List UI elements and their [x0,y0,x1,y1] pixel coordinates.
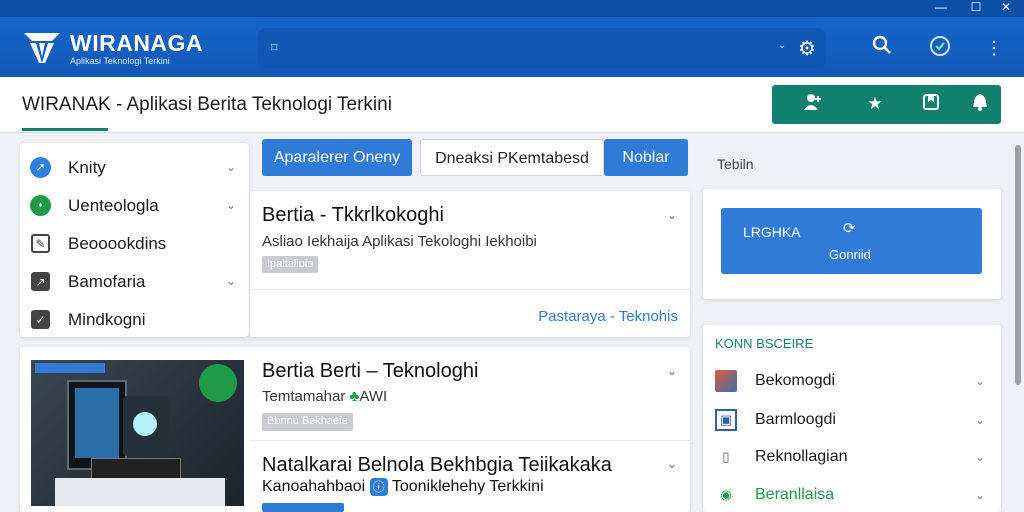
maximize-button[interactable]: ☐ [965,0,987,14]
app-header: WIRANAGA Aplikasi Teknologi Terkini ⌑ ⌄ … [0,17,1024,77]
list-item[interactable]: Bekomogdi ⌄ [703,362,1001,400]
expand-icon: ↗ [31,272,50,291]
list-item[interactable]: ◉ Beranllaisa ⌄ [703,476,1001,512]
article-title[interactable]: Bertia - Tkkrlkokoghi [262,204,444,227]
list-title: KONN BSCEIRE [715,336,814,351]
more-icon[interactable]: ⋮ [981,35,1007,61]
sidebar-item-beooookdins[interactable]: ✎ Beooookdins [20,224,249,262]
promo-subtitle: Gonriid [829,247,871,262]
sidebar-item-label: Uenteologla [68,196,159,215]
tab-dneaksi-pkemtabesd[interactable]: Dneaksi PKemtabesd [420,139,604,176]
gear-icon[interactable]: ⚙ [798,36,816,61]
article-subtitle: Kanoahahbaoi ⓘ Tooniklehehy Terkkini [262,478,544,496]
article-card[interactable]: Bertia Berti – Teknologhi ⌄ Temtamahar ♣… [20,347,690,512]
tab-aparalerer-oneny[interactable]: Aparalerer Oneny [262,139,412,176]
article-image [31,360,244,506]
app-name: WIRANAGA [70,30,204,56]
leaf-icon: ♣ [349,388,360,405]
chevron-down-icon[interactable]: ⌄ [667,364,677,378]
title-underline [22,128,108,131]
window-titlebar: — ☐ ✕ [0,0,1024,17]
sidebar-item-uenteologla[interactable]: • Uenteologla ⌄ [20,186,249,224]
page-title: WIRANAK - Aplikasi Berita Teknologi Terk… [22,94,392,115]
sidebar-item-bamofaria[interactable]: ↗ Bamofaria ⌄ [20,262,249,300]
article-tag: Ipaltaliuie [262,256,319,273]
tab-noblar[interactable]: Noblar [604,139,688,176]
globe-icon: ◉ [720,487,732,502]
chevron-down-icon[interactable]: ⌄ [667,208,677,222]
related-list: KONN BSCEIRE Bekomogdi ⌄ ▣ Barmloogdi ⌄ … [703,325,1001,512]
article-card[interactable]: Bertia - Tkkrlkokoghi ⌄ Asliao Iekhaija … [250,191,690,337]
article-tag [262,503,344,512]
article-title[interactable]: Natalkarai Belnola Bekhbgia Teiikakaka [262,454,612,477]
edit-icon: ✎ [31,234,50,253]
chevron-down-icon: ⌄ [975,374,986,388]
bell-icon[interactable] [968,92,992,116]
sidebar-item-label: Beooookdins [68,234,167,253]
list-item[interactable]: ▯ Reknollagian ⌄ [703,438,1001,476]
list-item-label: Reknollagian [755,448,848,465]
app-tagline: Aplikasi Teknologi Terkini [70,56,170,66]
article-link[interactable]: Pastaraya - Teknohis [538,308,678,325]
app-icon: ⓘ [369,478,388,496]
logo-icon [22,27,62,67]
article-title[interactable]: Bertia Berti – Teknologhi [262,360,478,383]
chevron-down-icon: ⌄ [975,488,986,502]
promo-button[interactable]: LRGHKA ⟳ Gonriid [721,208,982,274]
list-item-label: Barmloogdi [755,411,836,428]
list-item[interactable]: ▣ Barmloogdi ⌄ [703,401,1001,439]
page-header: WIRANAK - Aplikasi Berita Teknologi Terk… [0,77,1024,133]
refresh-icon: ⟳ [843,220,856,237]
list-item-label: Bekomogdi [755,372,836,389]
list-item-label: Beranllaisa [755,486,835,503]
chevron-down-icon[interactable]: ⌄ [778,40,786,51]
photo-icon [715,370,737,392]
divider [250,440,690,441]
checkbox-icon: ✓ [31,310,50,329]
article-subtitle: Asliao Iekhaija Aplikasi Tekologhi Iekho… [262,233,537,250]
close-button[interactable]: ✕ [995,0,1017,14]
sidebar-item-label: Knity [68,158,106,177]
sidebar: ➚ Knity ⌄ • Uenteologla ⌄ ✎ Beooookdins … [20,143,249,337]
search-bar[interactable]: ⌑ ⌄ ⚙ [258,28,826,68]
minimize-button[interactable]: — [930,0,952,14]
section-title: Tebiln [717,156,754,172]
promo-card: LRGHKA ⟳ Gonriid [703,189,1001,299]
search-icon: ⌑ [271,40,278,55]
file-icon: ▯ [722,449,730,464]
bookmark-icon[interactable] [919,92,943,116]
scrollbar[interactable] [1015,145,1021,385]
chevron-down-icon: ⌄ [226,274,237,288]
article-subtitle: Temtamahar ♣AWI [262,388,388,405]
arrow-icon: ➚ [30,157,51,178]
chevron-down-icon: ⌄ [975,450,986,464]
divider [250,289,690,290]
help-icon[interactable] [927,35,953,61]
star-icon[interactable]: ★ [863,92,887,116]
add-user-icon[interactable] [800,92,824,116]
sidebar-item-label: Bamofaria [68,272,146,291]
action-toolbar: ★ [772,85,1001,124]
chevron-down-icon: ⌄ [226,160,237,174]
chevron-down-icon: ⌄ [226,198,237,212]
sidebar-item-knity[interactable]: ➚ Knity ⌄ [20,148,249,186]
article-tag: Bbnnu Bekhaeie [262,413,353,431]
chevron-down-icon: ⌄ [975,413,986,427]
promo-label: LRGHKA [743,224,801,240]
chevron-down-icon[interactable]: ⌄ [667,457,677,471]
sidebar-item-mindkogni[interactable]: ✓ Mindkogni [20,300,249,338]
sidebar-item-label: Mindkogni [68,310,146,329]
image-icon: ▣ [715,409,737,431]
search-icon[interactable] [869,35,895,61]
check-circle-icon: • [30,195,51,216]
